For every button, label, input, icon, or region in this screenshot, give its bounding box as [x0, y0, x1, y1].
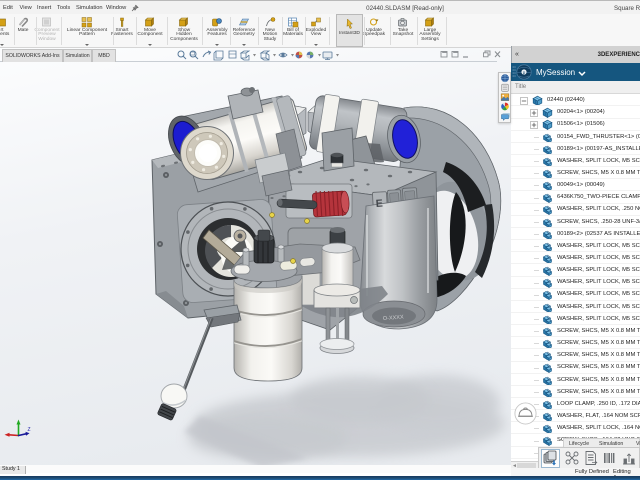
svg-text:Z: Z [28, 427, 31, 433]
svg-text:E: E [375, 198, 383, 210]
